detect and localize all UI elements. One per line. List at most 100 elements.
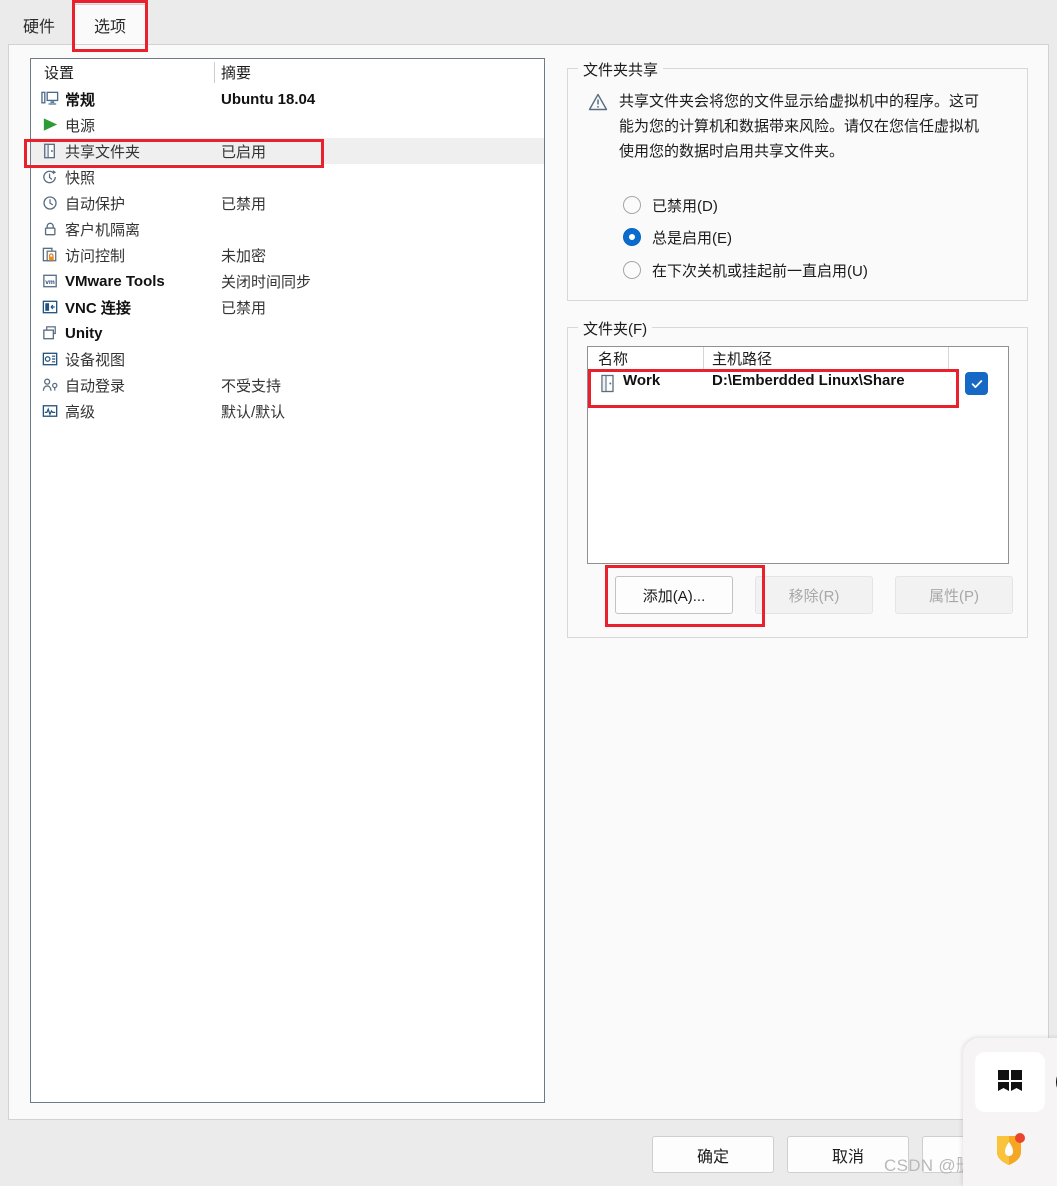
floating-dock[interactable] — [963, 1038, 1057, 1186]
autologon-icon — [41, 376, 60, 394]
folder-properties-button-label: 属性(P) — [929, 587, 979, 605]
settings-row-summary: 未加密 — [221, 247, 267, 265]
folder-properties-button: 属性(P) — [895, 576, 1013, 614]
radio-label: 总是启用(E) — [652, 229, 732, 247]
settings-row-power[interactable]: 电源 — [31, 112, 544, 138]
settings-row-summary: 已启用 — [221, 143, 267, 161]
settings-row-access-control[interactable]: 访问控制 未加密 — [31, 242, 544, 268]
firewall-shield-icon — [989, 1133, 1029, 1172]
tab-options[interactable]: 选项 — [72, 4, 148, 45]
radio-indicator — [623, 261, 641, 279]
play-icon — [41, 116, 60, 134]
tab-hardware-label: 硬件 — [22, 18, 55, 36]
settings-row-label: 电源 — [65, 117, 96, 135]
radio-sharing-disabled[interactable]: 已禁用(D) — [623, 194, 718, 216]
remove-folder-button: 移除(R) — [755, 576, 873, 614]
folder-sharing-group: 文件夹共享 共享文件夹会将您的文件显示给虚拟机中的程序。这可能为您的计算机和数据… — [567, 59, 1028, 301]
settings-row-summary: Ubuntu 18.04 — [221, 90, 316, 108]
table-row[interactable]: Work D:\Emberdded Linux\Share — [588, 369, 1008, 398]
radio-sharing-until-suspend[interactable]: 在下次关机或挂起前一直启用(U) — [623, 259, 868, 281]
advanced-icon — [41, 402, 60, 420]
settings-row-device-view[interactable]: 设备视图 — [31, 346, 544, 372]
settings-row-label: VMware Tools — [65, 272, 165, 290]
settings-row-label: 设备视图 — [65, 351, 126, 369]
settings-row-label: 共享文件夹 — [65, 143, 141, 161]
folder-host-path: D:\Emberdded Linux\Share — [712, 372, 905, 389]
column-divider — [703, 347, 704, 369]
settings-list[interactable]: 设置 摘要 常规 Ubuntu 18.04 电源 共享文件夹 已启用 快照 自动… — [30, 58, 545, 1103]
settings-row-autologon[interactable]: 自动登录 不受支持 — [31, 372, 544, 398]
radio-indicator — [623, 228, 641, 246]
tab-strip: 硬件 选项 — [0, 0, 1057, 45]
ok-button-label: 确定 — [696, 1148, 729, 1166]
settings-row-advanced[interactable]: 高级 默认/默认 — [31, 398, 544, 424]
unity-icon — [41, 324, 60, 342]
column-divider — [948, 347, 949, 369]
shared-folder-icon — [41, 142, 60, 160]
cancel-button-label: 取消 — [831, 1148, 864, 1166]
radio-label: 在下次关机或挂起前一直启用(U) — [652, 262, 868, 280]
settings-row-summary: 已禁用 — [221, 299, 267, 317]
sharing-warning: 共享文件夹会将您的文件显示给虚拟机中的程序。这可能为您的计算机和数据带来风险。请… — [587, 89, 1007, 164]
radio-sharing-always-enabled[interactable]: 总是启用(E) — [623, 226, 732, 248]
check-icon — [971, 379, 982, 388]
folder-sharing-group-title: 文件夹共享 — [578, 59, 664, 80]
folders-group-title: 文件夹(F) — [578, 318, 653, 339]
settings-row-autoprotect[interactable]: 自动保护 已禁用 — [31, 190, 544, 216]
column-header-setting: 设置 — [44, 65, 75, 82]
settings-row-summary: 默认/默认 — [221, 403, 286, 421]
settings-row-label: Unity — [65, 324, 103, 342]
remove-folder-button-label: 移除(R) — [788, 587, 840, 605]
warning-triangle-icon — [587, 91, 609, 113]
settings-list-header: 设置 摘要 — [31, 59, 544, 86]
settings-row-summary: 不受支持 — [221, 377, 282, 395]
settings-row-shared-folders[interactable]: 共享文件夹 已启用 — [31, 138, 544, 164]
settings-row-label: 访问控制 — [65, 247, 126, 265]
snapshot-icon — [41, 168, 60, 186]
folders-table-header: 名称 主机路径 — [588, 347, 1008, 369]
settings-row-snapshot[interactable]: 快照 — [31, 164, 544, 190]
radio-label: 已禁用(D) — [652, 197, 718, 215]
ok-button[interactable]: 确定 — [652, 1136, 774, 1173]
column-header-name: 名称 — [598, 351, 629, 368]
folder-icon — [600, 374, 617, 393]
vnc-icon — [41, 298, 60, 316]
settings-row-label: 客户机隔离 — [65, 221, 141, 239]
access-control-icon — [41, 246, 60, 264]
monitor-icon — [41, 90, 60, 108]
settings-row-guest-isolation[interactable]: 客户机隔离 — [31, 216, 544, 242]
settings-row-summary: 已禁用 — [221, 195, 267, 213]
tab-options-label: 选项 — [93, 19, 126, 36]
settings-row-unity[interactable]: Unity — [31, 320, 544, 346]
settings-row-general[interactable]: 常规 Ubuntu 18.04 — [31, 86, 544, 112]
settings-row-label: 快照 — [65, 169, 96, 187]
settings-row-label: VNC 连接 — [65, 299, 131, 317]
folder-name: Work — [623, 372, 661, 389]
header-separator — [214, 62, 215, 83]
folders-table[interactable]: 名称 主机路径 Work D:\Emberdded Linux\Share — [587, 346, 1009, 564]
sharing-warning-text: 共享文件夹会将您的文件显示给虚拟机中的程序。这可能为您的计算机和数据带来风险。请… — [619, 93, 980, 160]
svg-text:vm: vm — [45, 279, 55, 286]
settings-row-vnc[interactable]: VNC 连接 已禁用 — [31, 294, 544, 320]
column-header-host-path: 主机路径 — [712, 351, 773, 368]
folders-button-row: 添加(A)... 移除(R) 属性(P) — [587, 576, 1013, 614]
settings-row-label: 自动登录 — [65, 377, 126, 395]
settings-row-label: 高级 — [65, 403, 96, 421]
firewall-app-button[interactable] — [989, 1128, 1029, 1168]
settings-row-label: 自动保护 — [65, 195, 126, 213]
windows-start-icon — [996, 1068, 1024, 1096]
add-folder-button[interactable]: 添加(A)... — [615, 576, 733, 614]
windows-start-button[interactable] — [975, 1052, 1045, 1112]
radio-indicator — [623, 196, 641, 214]
lock-icon — [41, 220, 60, 238]
device-view-icon — [41, 350, 60, 368]
autoprotect-icon — [41, 194, 60, 212]
tab-hardware[interactable]: 硬件 — [10, 4, 68, 45]
settings-row-summary: 关闭时间同步 — [221, 273, 312, 291]
folder-enabled-checkbox[interactable] — [965, 372, 988, 395]
vmware-tools-icon: vm — [41, 272, 60, 290]
folders-group: 文件夹(F) 名称 主机路径 Work D:\Emberdded Linux\S… — [567, 318, 1028, 638]
settings-row-label: 常规 — [65, 91, 96, 109]
add-folder-button-label: 添加(A)... — [642, 587, 706, 605]
settings-row-vmware-tools[interactable]: vm VMware Tools 关闭时间同步 — [31, 268, 544, 294]
